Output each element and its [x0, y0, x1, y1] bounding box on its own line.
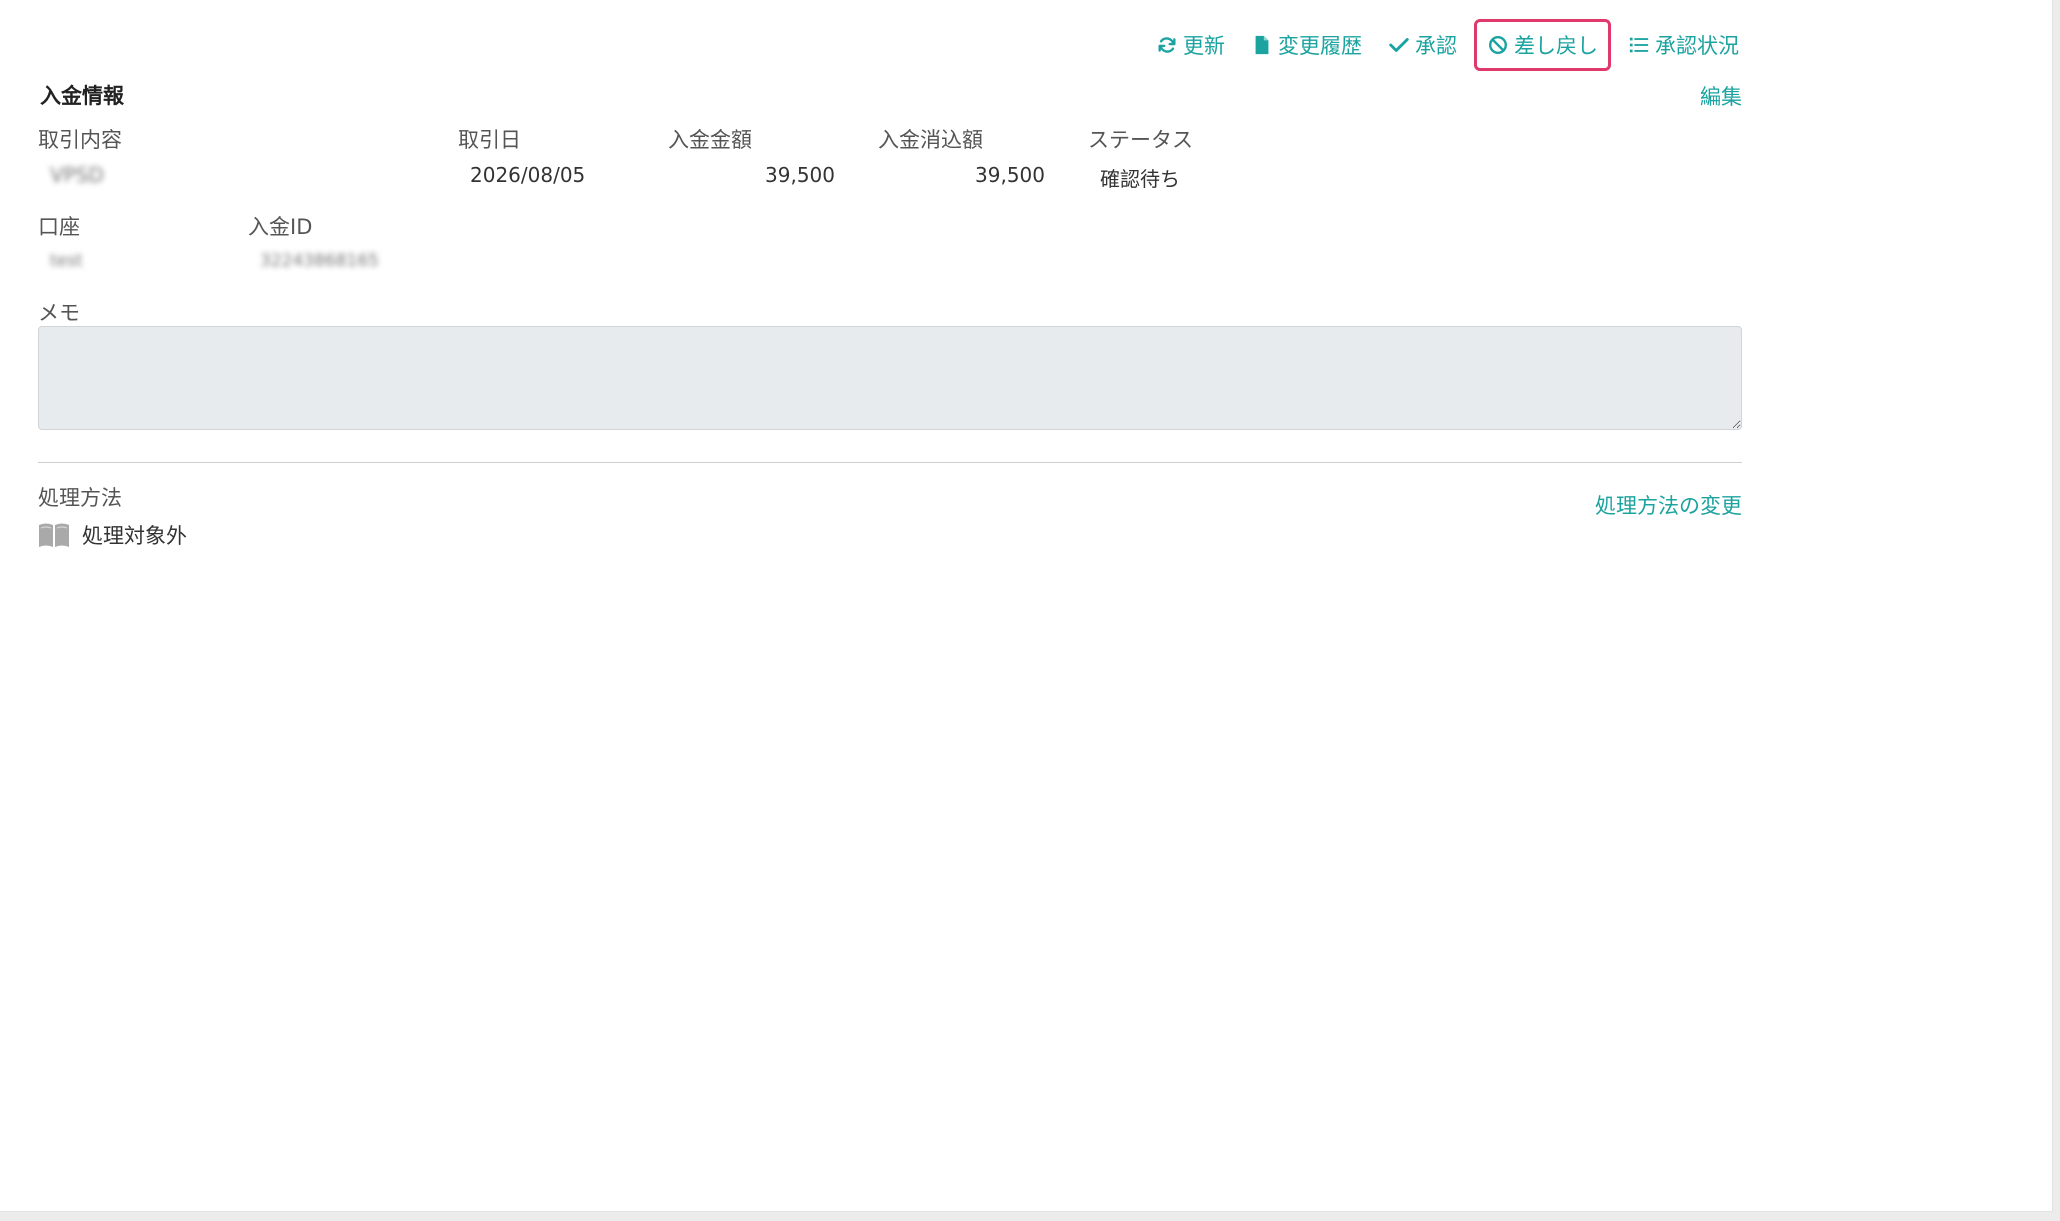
ban-icon: [1489, 36, 1507, 54]
transaction-value: VPSD: [50, 163, 104, 187]
cleared-amount-label: 入金消込額: [878, 128, 983, 152]
refresh-icon: [1158, 37, 1176, 53]
processing-method-value: 処理対象外: [38, 520, 187, 550]
transaction-label: 取引内容: [38, 128, 122, 152]
history-label: 変更履歴: [1278, 34, 1362, 58]
send-back-button[interactable]: 差し戻し: [1474, 19, 1611, 71]
processing-method-text: 処理対象外: [82, 524, 187, 548]
history-button[interactable]: 変更履歴: [1238, 19, 1375, 71]
deposit-id-label: 入金ID: [248, 215, 313, 239]
amount-value: 39,500: [765, 163, 835, 187]
date-label: 取引日: [458, 128, 521, 152]
list-icon: [1629, 37, 1649, 53]
memo-label: メモ: [38, 301, 80, 325]
memo-textarea[interactable]: [38, 326, 1742, 430]
deposit-id-value: 32243868165: [260, 251, 379, 271]
change-processing-method-link[interactable]: 処理方法の変更: [1595, 490, 1742, 520]
section-title: 入金情報: [40, 84, 124, 108]
book-icon: [39, 523, 69, 547]
cleared-amount-value: 39,500: [975, 163, 1045, 187]
send-back-label: 差し戻し: [1514, 34, 1598, 58]
approval-status-button[interactable]: 承認状況: [1615, 19, 1742, 71]
approval-status-label: 承認状況: [1655, 34, 1739, 58]
processing-method-label: 処理方法: [38, 486, 122, 510]
action-toolbar: 更新 変更履歴 承認 差し戻し 承認状況: [1143, 16, 1742, 74]
amount-label: 入金金額: [668, 128, 752, 152]
document-icon: [1255, 35, 1269, 55]
date-value: 2026/08/05: [470, 163, 586, 187]
deposit-detail-content: 更新 変更履歴 承認 差し戻し 承認状況 入金情報 編集 取引内容 取引日 入金…: [38, 0, 1742, 600]
section-divider: [38, 462, 1742, 463]
approve-button[interactable]: 承認: [1375, 19, 1470, 71]
approve-label: 承認: [1415, 34, 1457, 58]
detail-card: 更新 変更履歴 承認 差し戻し 承認状況 入金情報 編集 取引内容 取引日 入金…: [0, 0, 2053, 1212]
account-label: 口座: [38, 215, 80, 239]
status-label: ステータス: [1088, 128, 1193, 152]
refresh-button[interactable]: 更新: [1143, 19, 1238, 71]
check-icon: [1389, 38, 1409, 52]
status-value: 確認待ち: [1100, 167, 1180, 191]
refresh-label: 更新: [1183, 34, 1225, 58]
account-value: test: [50, 251, 83, 271]
edit-link[interactable]: 編集: [1700, 81, 1742, 111]
